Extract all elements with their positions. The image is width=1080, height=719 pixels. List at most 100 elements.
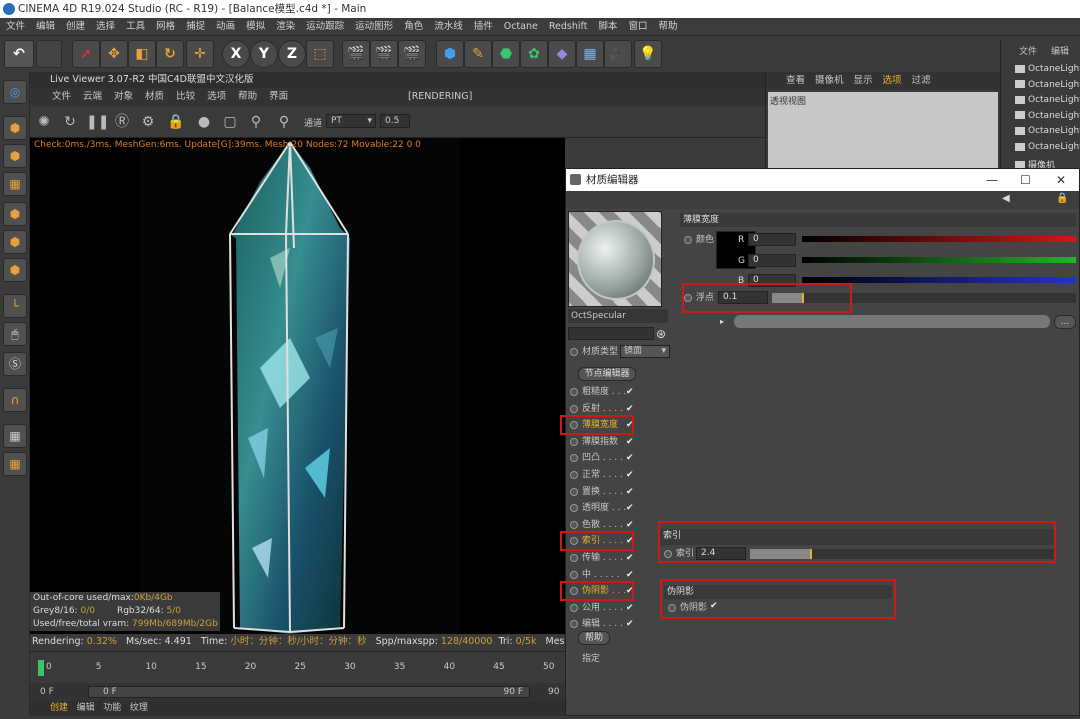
viewport-menu-item[interactable]: 查看 — [786, 75, 805, 86]
menu-item[interactable]: 插件 — [474, 21, 493, 32]
live-viewer-menu-item[interactable]: 云端 — [83, 91, 102, 102]
live-viewer-menu-item[interactable]: 比较 — [176, 91, 195, 102]
live-select-button[interactable]: ➚ — [72, 40, 100, 68]
texture-mode-button[interactable]: ▦ — [3, 172, 27, 196]
material-search-input[interactable] — [568, 327, 654, 340]
g-value-field[interactable]: 0 — [748, 254, 796, 267]
radio-icon[interactable] — [570, 454, 578, 463]
radio-icon[interactable] — [570, 504, 578, 513]
object-list-item[interactable]: OctaneLight — [1015, 80, 1080, 90]
channel-checkbox[interactable]: ✔ — [626, 385, 634, 399]
menu-item[interactable]: 编辑 — [36, 21, 55, 32]
z-axis-button[interactable]: Z — [278, 40, 306, 68]
menu-item[interactable]: 流水线 — [434, 21, 463, 32]
channel-item[interactable]: 粗糙度 . . . ✔ — [568, 385, 636, 399]
menu-item[interactable]: 创建 — [66, 21, 85, 32]
floor-button[interactable]: ▦ — [576, 40, 604, 68]
coordinate-system-button[interactable]: ⬚ — [306, 40, 334, 68]
material-preview[interactable] — [568, 211, 662, 307]
channel-item[interactable]: 公用 . . . . ✔ — [568, 601, 636, 615]
radio-icon[interactable] — [570, 471, 578, 479]
channel-item[interactable]: 正常 . . . . ✔ — [568, 468, 636, 482]
model-mode-button[interactable]: ⬢ — [3, 144, 27, 168]
object-list-item[interactable]: OctaneLight — [1015, 95, 1080, 105]
channel-item[interactable]: 凹凸 . . . . ✔ — [568, 451, 636, 465]
menu-item[interactable]: Octane — [504, 21, 538, 32]
radio-icon[interactable] — [570, 570, 578, 579]
menu-item[interactable]: 渲染 — [276, 21, 295, 32]
menu-item[interactable]: 模拟 — [246, 21, 265, 32]
radio-icon[interactable] — [570, 404, 578, 413]
axis-mode-button[interactable]: └ — [3, 294, 27, 318]
more-button[interactable]: ... — [1054, 315, 1076, 329]
polygons-mode-button[interactable]: ⬢ — [3, 258, 27, 282]
viewport-menu-item[interactable]: 显示 — [854, 75, 873, 86]
radio-icon[interactable] — [570, 620, 578, 629]
frame-range-slider[interactable]: 0 F 90 F — [88, 686, 530, 698]
menu-item[interactable]: 运动图形 — [355, 21, 393, 32]
start-frame[interactable]: 0 F — [40, 683, 54, 701]
rotate-tool-button[interactable]: ↻ — [156, 40, 184, 68]
texture-slot-bar[interactable] — [734, 315, 1050, 328]
settings-icon[interactable]: ⚙ — [138, 112, 158, 132]
deformer-button[interactable]: ◆ — [548, 40, 576, 68]
menu-item[interactable]: 选择 — [96, 21, 115, 32]
channel-item[interactable]: 反射 . . . . ✔ — [568, 402, 636, 416]
render-viewport[interactable] — [30, 138, 565, 634]
points-mode-button[interactable]: ⬢ — [3, 202, 27, 226]
object-tab-edit[interactable]: 编辑 — [1051, 44, 1069, 57]
menu-item[interactable]: 帮助 — [658, 21, 677, 32]
channel-checkbox[interactable]: ✔ — [626, 501, 634, 515]
channel-item[interactable]: 置换 . . . . ✔ — [568, 485, 636, 499]
bottom-tab-texture[interactable]: 纹理 — [130, 703, 148, 713]
make-editable-button[interactable]: ⬢ — [3, 116, 27, 140]
live-viewer-menu-item[interactable]: 对象 — [114, 91, 133, 102]
x-axis-button[interactable]: X — [222, 40, 250, 68]
live-viewer-menu-item[interactable]: 界面 — [269, 91, 288, 102]
workplane-lock-button[interactable]: ▦ — [3, 452, 27, 476]
timeline[interactable]: 0 5 10 15 20 25 30 35 40 45 50 — [30, 651, 565, 681]
channel-checkbox[interactable]: ✔ — [626, 468, 634, 482]
frame-icon[interactable]: ▢ — [220, 112, 240, 132]
bottom-tab-create[interactable]: 创建 — [50, 703, 68, 713]
snap-button[interactable]: Ⓢ — [3, 352, 27, 376]
globe-icon[interactable]: ◎ — [3, 80, 27, 104]
g-slider[interactable] — [802, 257, 1076, 263]
channel-checkbox[interactable]: ✔ — [626, 451, 634, 465]
object-list-item[interactable]: OctaneLight — [1015, 111, 1080, 121]
node-editor-button[interactable]: 节点编辑器 — [578, 367, 636, 381]
viewport-menu-item[interactable]: 选项 — [883, 75, 902, 86]
last-tool-button[interactable]: ✛ — [186, 40, 214, 68]
menu-item[interactable]: 文件 — [6, 21, 25, 32]
close-icon[interactable]: ✕ — [1056, 169, 1066, 191]
cube-object-button[interactable]: ⬢ — [436, 40, 464, 68]
bottom-tab-edit[interactable]: 编辑 — [77, 703, 95, 713]
workplane-button[interactable]: ▦ — [3, 424, 27, 448]
render-picture-viewer-button[interactable]: 🎬 — [370, 40, 398, 68]
restart-icon[interactable]: ↻ — [60, 112, 80, 132]
subdivision-button[interactable]: ⬣ — [492, 40, 520, 68]
perspective-view[interactable]: 透视视图 — [768, 92, 998, 170]
bottom-tab-function[interactable]: 功能 — [103, 703, 121, 713]
radio-icon[interactable] — [684, 236, 692, 244]
gear-wheel-icon[interactable]: ✺ — [34, 112, 54, 132]
channel-checkbox[interactable]: ✔ — [626, 485, 634, 499]
radio-icon[interactable] — [570, 348, 578, 356]
scale-tool-button[interactable]: ◧ — [128, 40, 156, 68]
redo-button[interactable] — [36, 40, 62, 68]
move-tool-button[interactable]: ✥ — [100, 40, 128, 68]
object-tab-file[interactable]: 文件 — [1019, 44, 1037, 57]
live-viewer-menu-item[interactable]: 材质 — [145, 91, 164, 102]
channel-item[interactable]: 编辑 . . . . ✔ — [568, 617, 636, 631]
channel-select[interactable]: PT ▾ — [326, 114, 376, 128]
assign-label[interactable]: 指定 — [582, 651, 600, 664]
undo-button[interactable]: ↶ — [4, 40, 34, 68]
radio-icon[interactable] — [570, 437, 578, 446]
minimize-icon[interactable]: — — [986, 169, 998, 191]
channel-item[interactable]: 透明度 . . . ✔ — [568, 501, 636, 515]
picker-icon[interactable]: ⊛ — [656, 327, 666, 341]
menu-item[interactable]: 脚本 — [598, 21, 617, 32]
channel-item[interactable]: 传输 . . . . ✔ — [568, 551, 636, 565]
menu-item[interactable]: 动画 — [216, 21, 235, 32]
live-viewer-menu-item[interactable]: 帮助 — [238, 91, 257, 102]
